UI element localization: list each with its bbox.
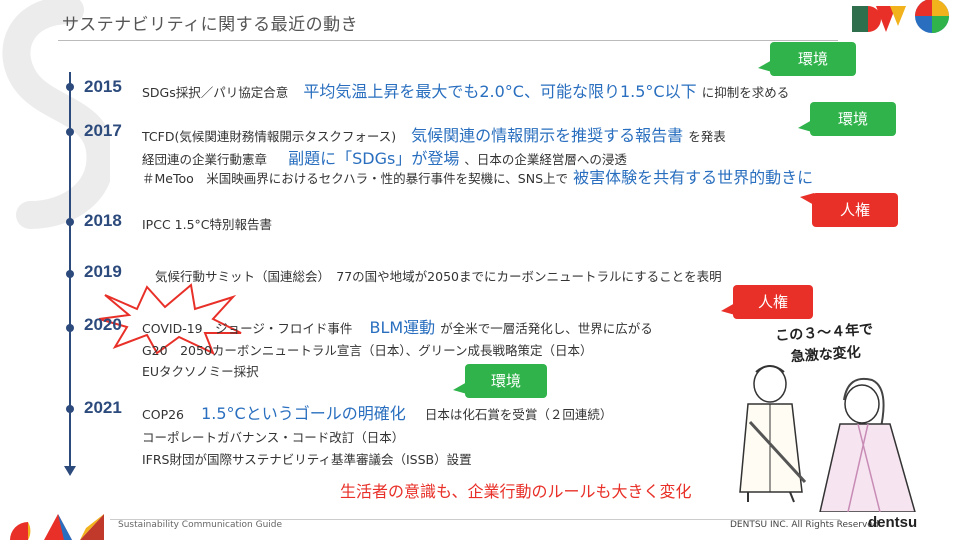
footer-guide-title: Sustainability Communication Guide bbox=[118, 520, 283, 530]
entry-text: TCFD(気候関連財務情報開示タスクフォース) bbox=[142, 129, 397, 144]
entry-highlight: 気候関連の情報開示を推奨する報告書 bbox=[411, 126, 684, 145]
entry-text: IPCC 1.5°C特別報告書 bbox=[142, 217, 273, 232]
entry-text: コーポレートガバナンス・コード改訂（日本） bbox=[142, 430, 405, 445]
entry-text: を発表 bbox=[688, 129, 726, 144]
tag-tail bbox=[798, 120, 812, 132]
entry-text: ＃MeToo 米国映画界におけるセクハラ・性的暴行事件を契機に、SNS上で bbox=[142, 171, 569, 186]
tag-label: 環境 bbox=[797, 50, 828, 68]
timeline-entry: COP26 1.5°Cというゴールの明確化 日本は化石賞を受賞（２回連続） bbox=[142, 400, 612, 424]
tag-tail bbox=[721, 303, 735, 315]
tag-tail bbox=[800, 193, 814, 205]
year-label: 2015 bbox=[84, 77, 122, 96]
timeline-entry: EUタクソノミー採択 bbox=[142, 361, 259, 380]
entry-highlight: 被害体験を共有する世界的動きに bbox=[573, 168, 814, 187]
title-divider bbox=[58, 40, 838, 41]
entry-text: 気候行動サミット（国連総会） 77の国や地域が2050までにカーボンニュートラル… bbox=[155, 269, 722, 284]
tag-label: 環境 bbox=[490, 372, 521, 390]
page-title: サステナビリティに関する最近の動き bbox=[62, 15, 359, 35]
entry-text: COVID-19 ジョージ・フロイド事件 bbox=[142, 321, 353, 336]
timeline-dot bbox=[66, 405, 74, 413]
year-label: 2019 bbox=[84, 262, 122, 281]
timeline-dot bbox=[66, 324, 74, 332]
tag-environment: 環境 bbox=[758, 42, 856, 76]
timeline-dot bbox=[66, 83, 74, 91]
entry-highlight: 1.5°Cというゴールの明確化 bbox=[201, 404, 406, 423]
timeline-entry: TCFD(気候関連財務情報開示タスクフォース) 気候関連の情報開示を推奨する報告… bbox=[142, 122, 726, 146]
timeline-dot bbox=[66, 218, 74, 226]
entry-text: 日本は化石賞を受賞（２回連続） bbox=[424, 407, 613, 422]
entry-highlight: 平均気温上昇を最大でも2.0°C、可能な限り1.5°C以下 bbox=[303, 82, 697, 101]
entry-text: IFRS財団が国際サステナビリティ基準審議会（ISSB）設置 bbox=[142, 452, 472, 467]
entry-highlight: BLM運動 bbox=[369, 318, 436, 337]
entry-text: EUタクソノミー採択 bbox=[142, 364, 259, 379]
summary-text: 生活者の意識も、企業行動のルールも大きく変化 bbox=[340, 482, 692, 501]
timeline-arrow-icon bbox=[64, 466, 76, 476]
year-label: 2018 bbox=[84, 211, 122, 230]
year-label: 2021 bbox=[84, 398, 122, 417]
year-label: 2017 bbox=[84, 121, 122, 140]
footer-brand-shapes-icon bbox=[10, 514, 104, 540]
timeline-dot bbox=[66, 128, 74, 136]
footer-copyright: DENTSU INC. All Rights Reserved. bbox=[730, 520, 882, 530]
tag-tail bbox=[758, 60, 772, 72]
year-label: 2020 bbox=[84, 315, 122, 334]
brand-shapes-icon bbox=[852, 0, 949, 33]
tag-label: 人権 bbox=[757, 293, 788, 311]
tag-label: 人権 bbox=[839, 201, 870, 219]
tag-human-rights: 人権 bbox=[800, 193, 898, 227]
brand-logo: dentsu bbox=[868, 514, 918, 531]
timeline-entry: IFRS財団が国際サステナビリティ基準審議会（ISSB）設置 bbox=[142, 449, 472, 468]
tag-environment: 環境 bbox=[798, 102, 896, 136]
timeline-entry: SDGs採択／パリ協定合意 平均気温上昇を最大でも2.0°C、可能な限り1.5°… bbox=[142, 78, 789, 102]
tag-label: 環境 bbox=[837, 110, 868, 128]
entry-text: に抑制を求める bbox=[701, 85, 790, 100]
tag-tail bbox=[453, 382, 467, 394]
timeline-entry: IPCC 1.5°C特別報告書 bbox=[142, 214, 272, 233]
timeline-entry: コーポレートガバナンス・コード改訂（日本） bbox=[142, 427, 404, 446]
entry-text: が全米で一層活発化し、世界に広がる bbox=[440, 321, 653, 336]
entry-text: COP26 bbox=[142, 407, 185, 422]
timeline-entry: COVID-19 ジョージ・フロイド事件 BLM運動 が全米で一層活発化し、世界… bbox=[142, 314, 653, 338]
samurai-and-princess-illustration bbox=[739, 365, 916, 512]
tag-environment: 環境 bbox=[453, 364, 547, 398]
timeline-entry: ＃MeToo 米国映画界におけるセクハラ・性的暴行事件を契機に、SNS上で 被害… bbox=[142, 164, 813, 188]
timeline-dot bbox=[66, 270, 74, 278]
entry-text: G20 2050カーボンニュートラル宣言（日本）、グリーン成長戦略策定（日本） bbox=[142, 343, 593, 358]
timeline-entry: G20 2050カーボンニュートラル宣言（日本）、グリーン成長戦略策定（日本） bbox=[142, 340, 593, 359]
entry-text: SDGs採択／パリ協定合意 bbox=[142, 85, 289, 100]
tag-human-rights: 人権 bbox=[721, 285, 813, 319]
